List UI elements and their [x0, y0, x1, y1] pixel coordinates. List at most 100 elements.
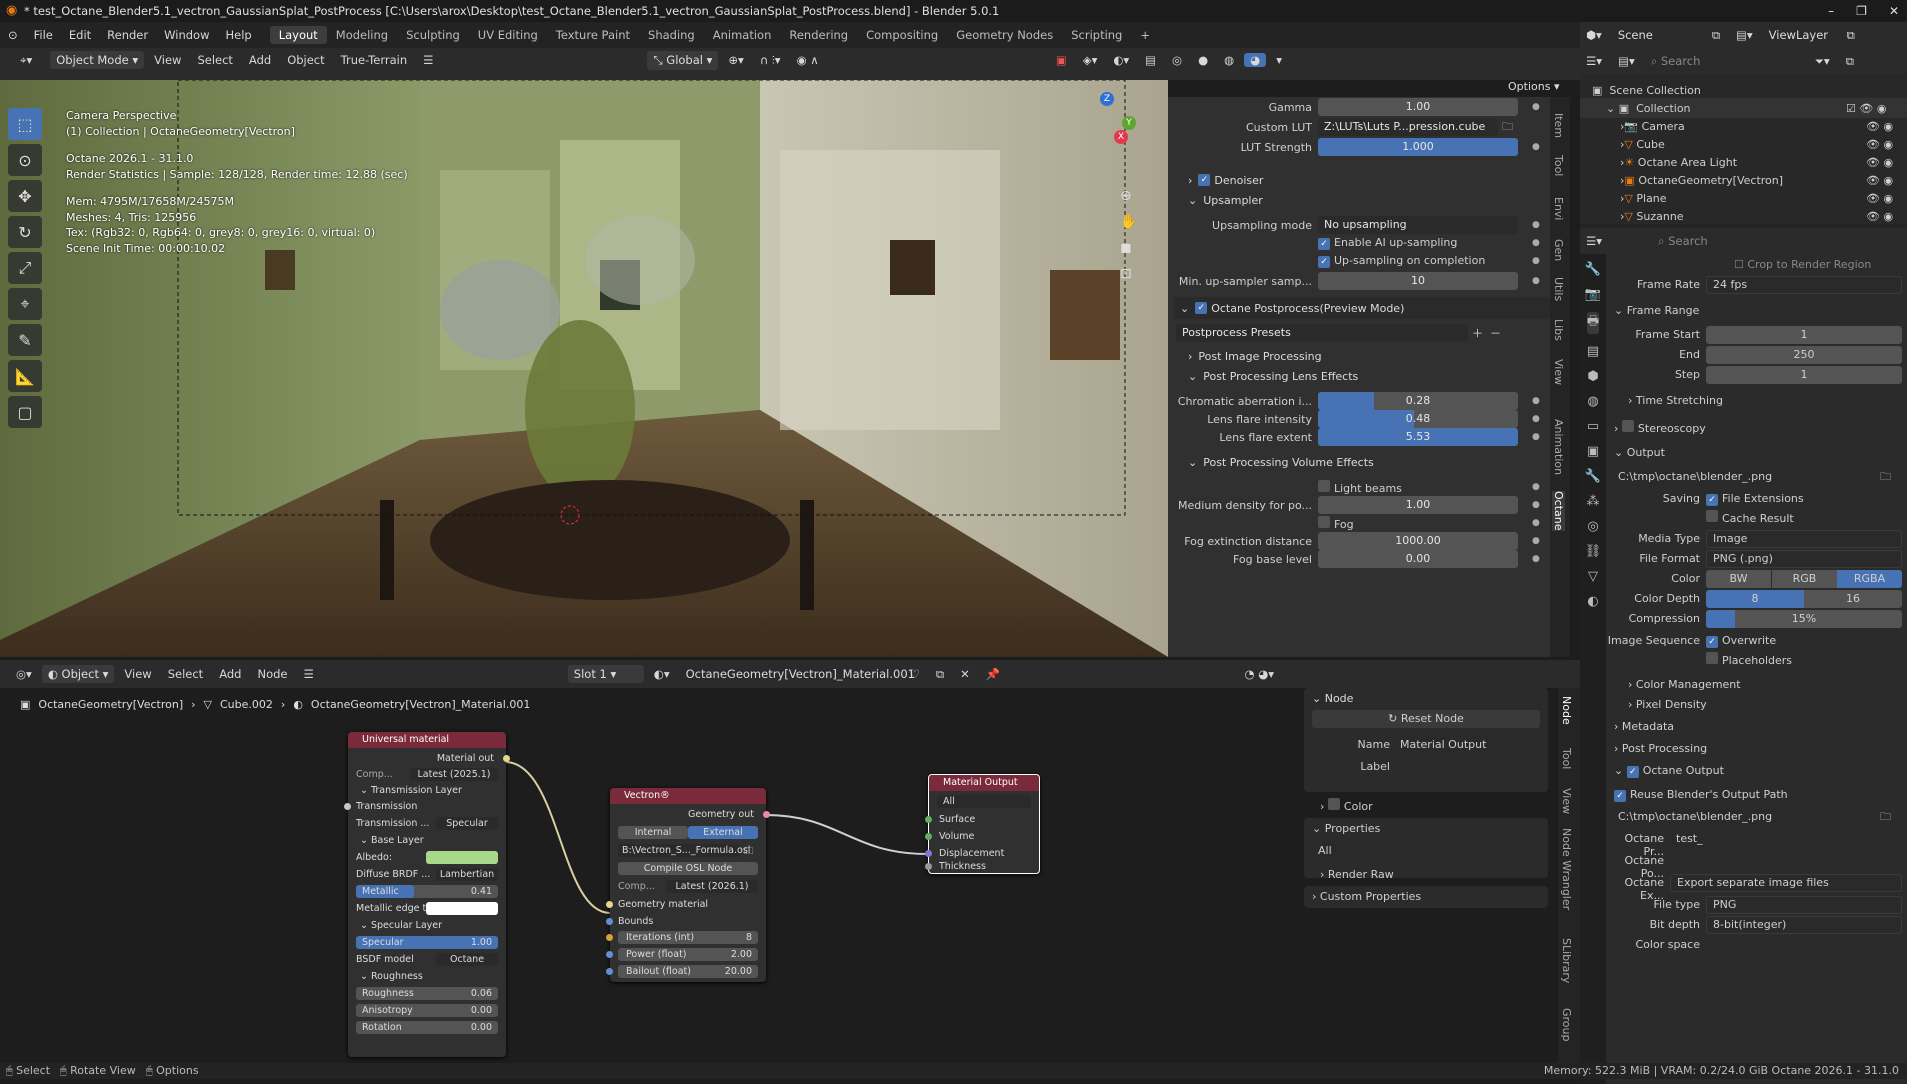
- roughness-slider[interactable]: Roughness 0.06: [356, 987, 498, 1000]
- octane-postfix-field[interactable]: [1670, 852, 1902, 870]
- sidebar-tab-libs[interactable]: Libs: [1552, 319, 1565, 341]
- workspace-tab-compositing[interactable]: Compositing: [857, 26, 947, 44]
- viewport-menu-add[interactable]: Add: [243, 53, 277, 67]
- upsampling-mode-dropdown[interactable]: No upsampling: [1318, 216, 1518, 234]
- placeholders-checkbox[interactable]: [1706, 652, 1718, 664]
- modifier-properties-icon[interactable]: 🔧: [1585, 469, 1601, 484]
- light-beams-checkbox[interactable]: [1318, 479, 1330, 492]
- universal-material-node[interactable]: Universal material Material out Comp... …: [344, 732, 510, 1057]
- frame-rate-dropdown[interactable]: 24 fps: [1706, 276, 1902, 294]
- workspace-tab-geometry-nodes[interactable]: Geometry Nodes: [947, 26, 1062, 44]
- internal-toggle[interactable]: Internal: [618, 826, 688, 839]
- lut-strength-slider[interactable]: 1.000: [1318, 138, 1518, 156]
- output-path-folder-icon[interactable]: 🗀: [1880, 468, 1891, 487]
- node-color-toggle[interactable]: › Color: [1320, 798, 1373, 813]
- file-extensions-checkbox[interactable]: ✓: [1706, 494, 1718, 506]
- node-tab-node[interactable]: Node: [1560, 696, 1573, 725]
- camera-visibility-icon[interactable]: 👁 ◉: [1866, 120, 1893, 133]
- diffuse-brdf-dropdown[interactable]: Lambertian: [436, 868, 498, 881]
- file-format-dropdown[interactable]: PNG (.png): [1706, 550, 1902, 568]
- object-mode-dropdown[interactable]: Object Mode ▾: [50, 51, 145, 69]
- cache-result-toggle[interactable]: Cache Result: [1706, 510, 1794, 525]
- lock-icon[interactable]: ⊡: [1120, 266, 1137, 282]
- viewlayer-selector[interactable]: ViewLayer: [1762, 26, 1837, 44]
- anisotropy-slider[interactable]: Anisotropy 0.00: [356, 1004, 498, 1017]
- snap-icon[interactable]: ∩ ⫶▾: [754, 53, 787, 68]
- overwrite-toggle[interactable]: ✓ Overwrite: [1706, 634, 1776, 648]
- iterations-field[interactable]: Iterations (int) 8: [618, 931, 758, 944]
- bit-depth-dropdown[interactable]: 8-bit(integer): [1706, 916, 1902, 934]
- color-bw-button[interactable]: BW: [1706, 570, 1771, 588]
- stereoscopy-checkbox[interactable]: [1621, 420, 1634, 432]
- workspace-tab-modeling[interactable]: Modeling: [327, 26, 397, 44]
- area-light-visibility-icon[interactable]: 👁 ◉: [1866, 156, 1893, 169]
- workspace-tab-sculpting[interactable]: Sculpting: [397, 26, 469, 44]
- chromatic-keyframe-dot[interactable]: ●: [1532, 396, 1540, 406]
- bailout-field[interactable]: Bailout (float) 20.00: [618, 965, 758, 978]
- enable-ai-keyframe-dot[interactable]: ●: [1532, 238, 1540, 248]
- select-box-tool-icon[interactable]: ⬚: [8, 108, 42, 140]
- volume-socket[interactable]: [925, 833, 932, 840]
- node-color-checkbox[interactable]: [1327, 798, 1340, 810]
- outliner-type-icon[interactable]: ☰▾: [1580, 54, 1608, 68]
- denoiser-checkbox[interactable]: ✓: [1198, 174, 1211, 186]
- output-properties-icon[interactable]: 🖶: [1586, 312, 1600, 334]
- bsdf-model-dropdown[interactable]: Octane: [436, 953, 498, 966]
- properties-section-toggle[interactable]: ⌄ Properties: [1312, 822, 1380, 835]
- viewport-menu-view[interactable]: View: [148, 53, 187, 67]
- measure-tool-icon[interactable]: 📐: [8, 360, 42, 392]
- overwrite-checkbox[interactable]: ✓: [1706, 636, 1718, 648]
- pin-icon[interactable]: 📌: [980, 667, 1006, 681]
- folder-icon[interactable]: 🗀: [1502, 118, 1513, 137]
- lens-effects-toggle[interactable]: ⌄ Post Processing Lens Effects: [1188, 365, 1570, 387]
- gamma-field[interactable]: 1.00: [1318, 98, 1518, 116]
- octane-output-checkbox[interactable]: ✓: [1626, 766, 1639, 778]
- add-workspace-button[interactable]: +: [1131, 26, 1159, 44]
- duplicate-material-icon[interactable]: ⧉: [930, 667, 950, 682]
- shading-rendered-icon[interactable]: ◕: [1244, 53, 1267, 67]
- scale-tool-icon[interactable]: ⤢: [8, 252, 42, 284]
- reuse-output-path-toggle[interactable]: ✓ Reuse Blender's Output Path: [1614, 788, 1788, 802]
- node-overlay-icon[interactable]: ◔ ◕▾: [1239, 667, 1281, 681]
- comp-dropdown[interactable]: Latest (2025.1): [410, 768, 498, 781]
- outliner-item-area-light[interactable]: › ☀ Octane Area Light 👁 ◉: [1580, 152, 1907, 172]
- new-viewlayer-icon[interactable]: ⧉: [1841, 28, 1861, 43]
- bounds-socket[interactable]: [606, 918, 613, 925]
- frame-step-field[interactable]: 1: [1706, 366, 1902, 384]
- octane-output-path-field[interactable]: C:\tmp\octane\blender_.png: [1612, 808, 1872, 826]
- sidebar-tab-tool[interactable]: Tool: [1552, 155, 1565, 176]
- new-collection-icon[interactable]: ⧉: [1840, 54, 1860, 69]
- albedo-color-swatch[interactable]: [426, 851, 498, 864]
- maximize-button[interactable]: ❐: [1856, 4, 1867, 18]
- roughness-group[interactable]: ⌄ Roughness: [360, 970, 423, 983]
- scene-selector[interactable]: Scene: [1611, 26, 1702, 44]
- file-type-dropdown[interactable]: PNG: [1706, 896, 1902, 914]
- custom-properties-toggle[interactable]: › Custom Properties: [1304, 886, 1548, 908]
- light-beams-keyframe-dot[interactable]: ●: [1532, 482, 1540, 492]
- new-scene-icon[interactable]: ⧉: [1706, 28, 1726, 43]
- workspace-tab-animation[interactable]: Animation: [704, 26, 781, 44]
- media-type-dropdown[interactable]: Image: [1706, 530, 1902, 548]
- shading-options-icon[interactable]: ▾: [1270, 53, 1288, 67]
- fog-extinction-field[interactable]: 1000.00: [1318, 532, 1518, 550]
- octane-output-folder-icon[interactable]: 🗀: [1880, 808, 1891, 827]
- geometry-out-socket[interactable]: [763, 811, 770, 818]
- placeholders-toggle[interactable]: Placeholders: [1706, 652, 1792, 667]
- 3d-viewport[interactable]: Camera Perspective (1) Collection | Octa…: [0, 80, 1168, 657]
- octane-output-toggle[interactable]: ⌄ ✓ Octane Output: [1614, 764, 1724, 778]
- octane-prefix-field[interactable]: test_: [1670, 830, 1902, 848]
- minimize-button[interactable]: –: [1828, 4, 1834, 18]
- properties-type-icon[interactable]: ☰▾: [1580, 234, 1608, 248]
- crop-render-region[interactable]: ☐ Crop to Render Region: [1734, 258, 1871, 271]
- material-out-socket[interactable]: [503, 755, 510, 762]
- upsampling-mode-keyframe-dot[interactable]: ●: [1532, 220, 1540, 230]
- octane-export-dropdown[interactable]: Export separate image files: [1670, 874, 1902, 892]
- viewport-menu-object[interactable]: Object: [281, 53, 330, 67]
- camera-view-icon[interactable]: ◼: [1120, 240, 1137, 256]
- move-tool-icon[interactable]: ✥: [8, 180, 42, 212]
- blender-menu-icon[interactable]: ⊙: [0, 28, 26, 42]
- tool-properties-icon[interactable]: 🔧: [1585, 262, 1601, 277]
- suzanne-visibility-icon[interactable]: 👁 ◉: [1866, 210, 1893, 223]
- slot-dropdown[interactable]: Slot 1 ▾: [567, 665, 644, 683]
- sidebar-tab-envi[interactable]: Envi: [1552, 197, 1565, 221]
